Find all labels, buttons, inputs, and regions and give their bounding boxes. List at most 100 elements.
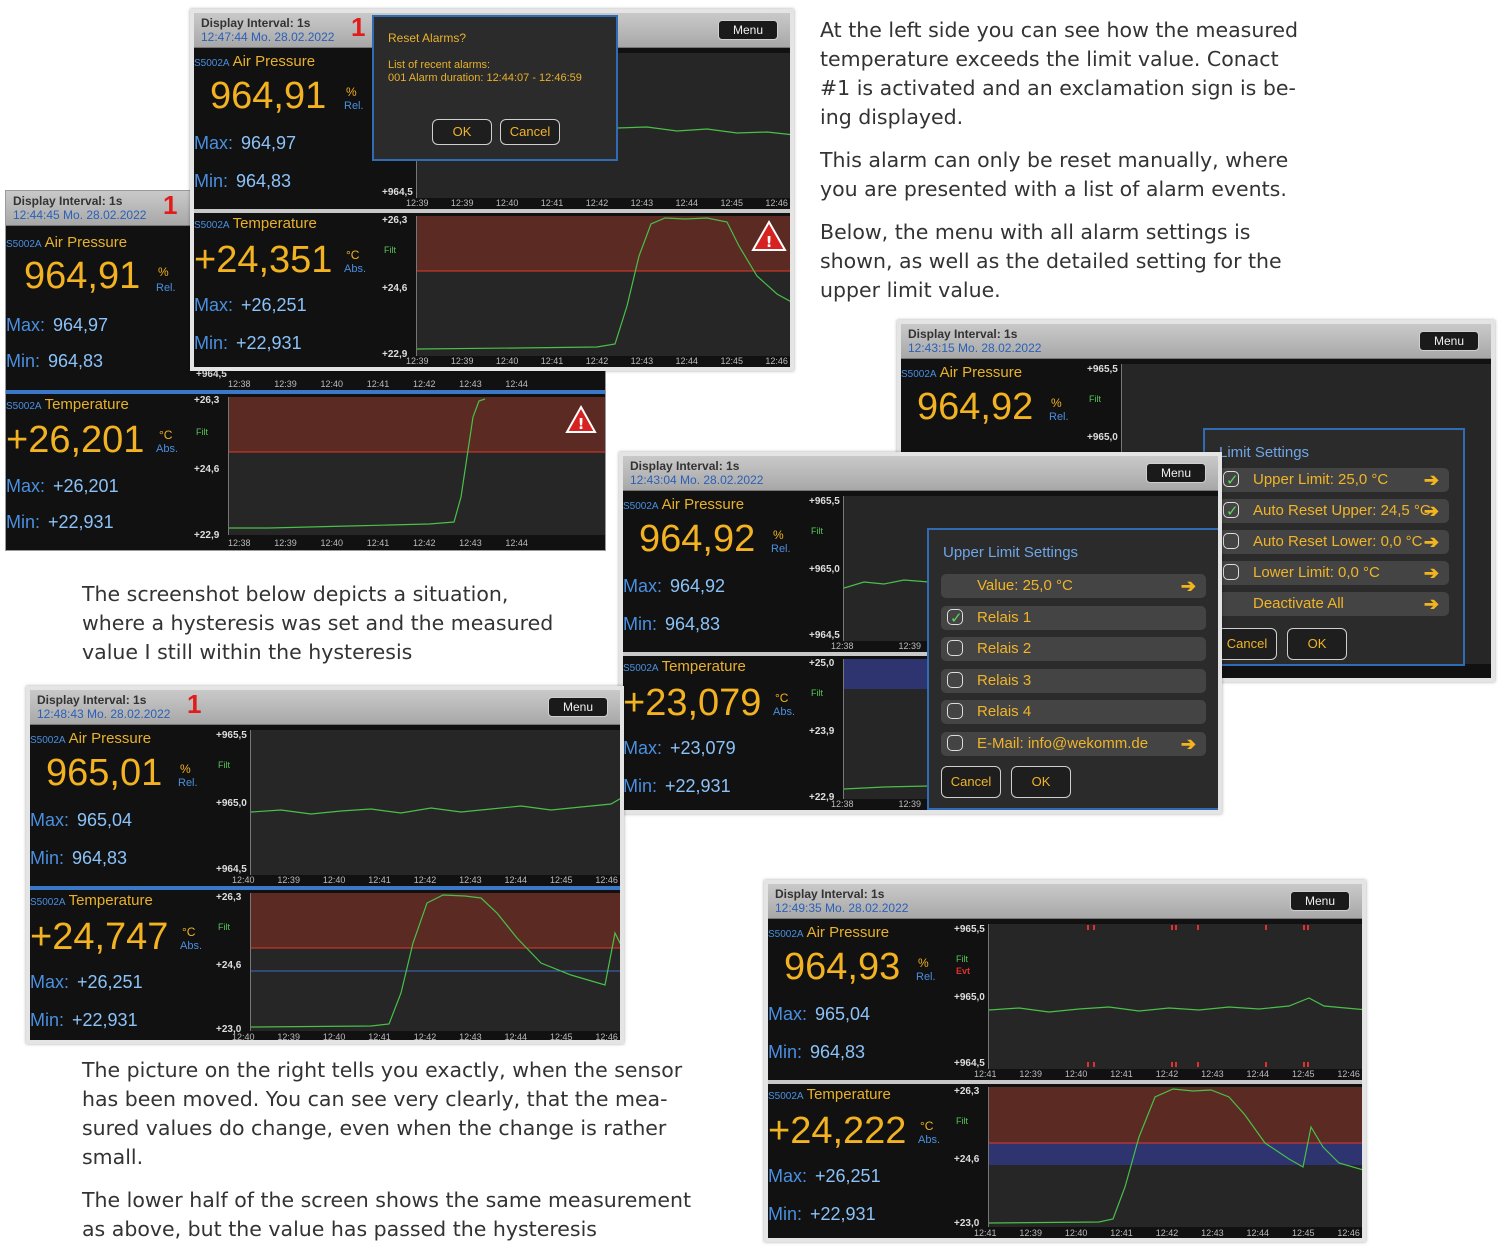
time-tick: 12:45 — [549, 1032, 573, 1042]
time-tick: 12:45 — [720, 198, 743, 208]
channel-air-pressure: S5002A Air Pressure — [30, 730, 152, 747]
relais-3-item[interactable]: Relais 3 — [941, 669, 1206, 693]
checkbox[interactable] — [947, 703, 963, 719]
temperature-value: +24,351 — [194, 239, 333, 281]
upper-limit-item[interactable]: Upper Limit: 25,0 °C➔ — [1217, 468, 1449, 493]
deactivate-all-item[interactable]: Deactivate All ➔ — [1217, 592, 1449, 616]
time-tick: 12:39 — [406, 198, 429, 208]
time-tick: 12:46 — [595, 1032, 618, 1042]
lower-limit-item[interactable]: Lower Limit: 0,0 °C ➔ — [1217, 561, 1449, 585]
temp-time-axis: 12:38 12:39 — [831, 799, 921, 809]
temp-min: Min: +22,931 — [623, 776, 731, 796]
air-time-axis: 12:38 12:39 — [831, 641, 921, 651]
temp-min: Min: +22,931 — [768, 1204, 876, 1224]
menu-button[interactable]: Menu — [1419, 331, 1479, 351]
menu-button[interactable]: Menu — [548, 697, 608, 717]
time-tick: 12:39 — [898, 641, 921, 651]
temp-time-axis: 12:40 12:39 12:40 12:41 12:42 12:43 12:44 12:45… — [232, 1032, 618, 1042]
time-tick: 12:40 — [1064, 1228, 1088, 1238]
time-tick: 12:41 — [1110, 1069, 1133, 1079]
cancel-button[interactable]: Cancel — [500, 119, 560, 145]
air-pressure-value: 964,92 — [639, 518, 756, 560]
arrow-right-icon: ➔ — [1180, 576, 1196, 596]
time-tick: 12:42 — [413, 875, 437, 885]
time-tick: 12:41 — [974, 1069, 997, 1079]
email-item[interactable]: E-Mail: info@wekomm.de ➔ — [941, 732, 1206, 756]
time-tick: 12:43 — [459, 538, 482, 548]
time-tick: 12:43 — [630, 198, 654, 208]
cancel-button[interactable]: Cancel — [1217, 628, 1277, 660]
time-tick: 12:40 — [320, 538, 343, 548]
alarm-list-item: 001 Alarm duration: 12:44:07 - 12:46:59 — [388, 72, 582, 84]
time-tick: 12:41 — [368, 875, 391, 885]
time-tick: 12:39 — [277, 1032, 300, 1042]
channel-air-pressure: S5002A Air Pressure — [194, 53, 316, 70]
time-tick: 12:42 — [412, 379, 436, 389]
air-min: Min: 964,83 — [623, 614, 721, 634]
time-tick: 12:40 — [320, 379, 343, 389]
checkbox[interactable] — [1223, 469, 1239, 493]
checkbox[interactable] — [947, 640, 963, 656]
screenshot-upper-limit-settings: Display Interval: 1s 12:43:04 Mo. 28.02.… — [619, 452, 1222, 814]
temperature-plot — [988, 1087, 1362, 1227]
time-tick: 12:44 — [1246, 1228, 1270, 1238]
time-tick: 12:45 — [720, 356, 743, 366]
cancel-button[interactable]: Cancel — [941, 766, 1001, 798]
paragraph-limit-exceeded: At the left side you can see how the mea… — [820, 18, 1298, 129]
limit-value-item[interactable]: Value: 25,0 °C ➔ — [941, 574, 1206, 598]
time-tick: 12:43 — [459, 875, 482, 885]
time-tick: 12:40 — [232, 1032, 255, 1042]
status-header: Display Interval: 1s 12:49:35 Mo. 28.02.… — [768, 884, 1362, 919]
ok-button[interactable]: OK — [1011, 766, 1071, 798]
checkbox[interactable] — [1223, 500, 1239, 524]
time-tick: 12:39 — [274, 379, 297, 389]
relais-4-item[interactable]: Relais 4 — [941, 700, 1206, 724]
time-tick: 12:41 — [1110, 1228, 1133, 1238]
air-max: Max: 964,97 — [6, 315, 109, 335]
temp-min: Min: +22,931 — [6, 512, 114, 532]
ok-button[interactable]: OK — [1287, 628, 1347, 660]
menu-button[interactable]: Menu — [718, 20, 778, 40]
menu-button[interactable]: Menu — [1146, 463, 1206, 483]
time-tick: 12:40 — [1064, 1069, 1088, 1079]
checkbox[interactable] — [947, 672, 963, 688]
relais-1-item[interactable]: Relais 1 — [941, 606, 1206, 631]
relais-2-item[interactable]: Relais 2 — [941, 637, 1206, 661]
time-tick: 12:42 — [1155, 1228, 1179, 1238]
temp-time-axis: 12:39 12:39 12:40 12:41 12:42 12:43 12:44 12:45… — [406, 356, 788, 366]
time-tick: 12:44 — [505, 538, 528, 548]
air-pressure-value: 964,92 — [917, 386, 1034, 428]
temp-time-axis: 12:38 12:39 12:40 12:41 12:42 12:43 12:44 — [228, 538, 528, 548]
paragraph-sensor-moved: The picture on the right tells you exact… — [82, 1058, 683, 1169]
time-tick: 12:41 — [540, 198, 564, 208]
air-max: Max: 965,04 — [30, 810, 133, 830]
temperature-value: +24,222 — [768, 1110, 907, 1152]
checkbox[interactable] — [1223, 564, 1239, 580]
air-min: Min: 964,83 — [6, 351, 104, 371]
checkbox[interactable] — [947, 735, 963, 751]
air-min: Min: 964,83 — [194, 171, 292, 191]
menu-button[interactable]: Menu — [1290, 891, 1350, 911]
temp-max: Max: +23,079 — [623, 738, 736, 758]
time-tick: 12:40 — [495, 198, 519, 208]
time-tick: 12:43 — [1201, 1069, 1224, 1079]
ok-button[interactable]: OK — [432, 119, 492, 145]
temp-min: Min: +22,931 — [194, 333, 302, 353]
time-tick: 12:46 — [1337, 1228, 1360, 1238]
time-tick: 12:44 — [504, 1032, 528, 1042]
air-min: Min: 964,83 — [30, 848, 128, 868]
upper-limit-settings-dialog: Upper Limit Settings Value: 25,0 °C➔ Rel… — [927, 528, 1218, 810]
time-tick: 12:41 — [366, 379, 390, 389]
paragraph-lower-half: The lower half of the screen shows the s… — [82, 1188, 691, 1241]
auto-reset-upper-item[interactable]: Auto Reset Upper: 24,5 °C➔ — [1217, 499, 1449, 524]
time-tick: 12:45 — [1291, 1069, 1315, 1079]
checkbox[interactable] — [947, 607, 963, 631]
checkbox[interactable] — [1223, 533, 1239, 549]
temperature-value: +26,201 — [6, 419, 145, 461]
time-tick: 12:44 — [1246, 1069, 1270, 1079]
paragraph-manual-reset: This alarm can only be reset manually, w… — [820, 148, 1289, 201]
auto-reset-lower-item[interactable]: Auto Reset Lower: 0,0 °C ➔ — [1217, 530, 1449, 554]
time-tick: 12:46 — [1337, 1069, 1360, 1079]
time-tick: 12:43 — [459, 1032, 482, 1042]
time-tick: 12:42 — [585, 198, 609, 208]
